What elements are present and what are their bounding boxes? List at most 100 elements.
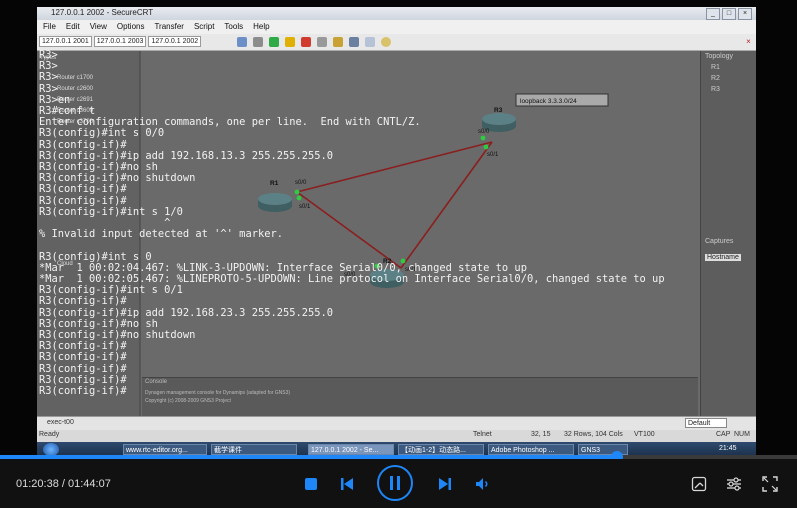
menu-options[interactable]: Options	[117, 20, 145, 34]
window-titlebar: 127.0.0.1 2002 - SecureCRT _ □ ×	[37, 7, 756, 20]
status-caps: CAP	[716, 431, 731, 438]
menu-bar: File Edit View Options Transfer Script T…	[37, 20, 756, 34]
terminal-line: R3#conf t	[39, 105, 96, 118]
time-display: 01:20:38 / 01:44:07	[16, 478, 111, 490]
player-controls: 01:20:38 / 01:44:07	[0, 459, 797, 508]
taskbar-item[interactable]: 【动画1-2】动态路...	[398, 444, 484, 455]
os-taskbar: www.rtc-editor.org... 截学课件 127.0.0.1 200…	[37, 442, 756, 455]
terminal-line: R3(config-if)#	[39, 362, 127, 375]
terminal-line: R3(config-if)#	[39, 194, 127, 207]
terminal-output[interactable]: R3> R3> R3> R3> R3>en R3#conf t Enter co…	[39, 49, 756, 397]
taskbar-clock: 21:45	[719, 445, 737, 452]
previous-button[interactable]	[338, 475, 356, 493]
status-terminal-type: VT100	[634, 431, 655, 438]
previous-icon	[341, 478, 353, 490]
terminal-line: R3>en	[39, 93, 71, 106]
command-bar: exec-t00 Default	[37, 416, 756, 431]
taskbar-item[interactable]: Adobe Photoshop ...	[488, 444, 574, 455]
menu-script[interactable]: Script	[194, 20, 214, 34]
terminal-line: % Invalid input detected at '^' marker.	[39, 228, 283, 241]
pause-icon[interactable]	[285, 37, 295, 47]
terminal-line: *Mar 1 00:02:05.467: %LINEPROTO-5-UPDOWN…	[39, 273, 665, 286]
reload-icon[interactable]	[317, 37, 327, 47]
minimize-button[interactable]: _	[706, 8, 720, 20]
exec-label[interactable]: exec-t00	[47, 419, 74, 426]
terminal-line: R3(config)#int s 0	[39, 250, 152, 263]
current-time: 01:20:38	[16, 478, 59, 490]
terminal-line: Enter configuration commands, one per li…	[39, 116, 421, 129]
session-tab[interactable]: 127.0.0.1 2001	[39, 36, 92, 47]
capture-icon[interactable]	[381, 37, 391, 47]
console-line: Copyright (c) 2008-2009 GNS3 Project	[145, 398, 231, 404]
session-mode-select[interactable]: Default	[685, 418, 727, 428]
fullscreen-icon	[762, 476, 778, 492]
video-frame[interactable]: Types Router c1700 Router c2600 Router c…	[0, 0, 797, 455]
taskbar-item[interactable]: www.rtc-editor.org...	[123, 444, 207, 455]
play-icon[interactable]	[269, 37, 279, 47]
terminal-line: R3>	[39, 49, 58, 61]
volume-button[interactable]	[474, 475, 492, 493]
start-button[interactable]	[43, 443, 59, 455]
terminal-line: R3(config-if)#	[39, 295, 127, 308]
terminal-line: R3>	[39, 82, 58, 95]
total-time: 01:44:07	[68, 478, 111, 490]
terminal-line: *Mar 1 00:02:04.467: %LINK-3-UPDOWN: Int…	[39, 261, 527, 274]
terminal-line: R3(config-if)#no shutdown	[39, 172, 196, 185]
terminal-line: R3(config-if)#ip add 192.168.23.3 255.25…	[39, 306, 334, 319]
menu-transfer[interactable]: Transfer	[154, 20, 184, 34]
menu-tools[interactable]: Tools	[224, 20, 243, 34]
terminal-line: R3(config-if)#int s 1/0	[39, 205, 183, 218]
next-icon	[439, 478, 451, 490]
terminal-line: R3(config-if)#	[39, 138, 127, 151]
terminal-line: R3(config-if)#no shutdown	[39, 329, 196, 342]
pause-icon	[390, 476, 400, 490]
properties-icon[interactable]	[253, 37, 263, 47]
time-separator: /	[58, 478, 68, 490]
status-ready: Ready	[39, 431, 60, 438]
terminal-icon[interactable]	[349, 37, 359, 47]
toolbar: 127.0.0.1 2001 127.0.0.1 2003 127.0.0.1 …	[37, 34, 756, 51]
pause-button[interactable]	[377, 465, 413, 501]
menu-file[interactable]: File	[43, 20, 56, 34]
terminal-line: R3(config-if)#	[39, 183, 127, 196]
tab-close-icon[interactable]: ×	[744, 37, 753, 46]
screenshot-icon	[691, 476, 707, 492]
menu-help[interactable]: Help	[253, 20, 269, 34]
screenshot-button[interactable]	[690, 475, 708, 493]
settings-sliders-icon	[727, 477, 741, 491]
stop-icon[interactable]	[301, 37, 311, 47]
terminal-line: R3>	[39, 60, 58, 73]
terminal-line: R3(config-if)#	[39, 373, 127, 386]
status-bar: Ready Telnet 32, 15 32 Rows, 104 Cols VT…	[37, 430, 756, 442]
status-protocol: Telnet	[473, 431, 492, 438]
fullscreen-button[interactable]	[761, 475, 779, 493]
menu-view[interactable]: View	[90, 20, 107, 34]
terminal-line: R3(config-if)#no sh	[39, 161, 158, 174]
edit-icon[interactable]	[333, 37, 343, 47]
session-tab-active[interactable]: 127.0.0.1 2002	[148, 36, 202, 47]
terminal-line: R3(config-if)#int s 0/1	[39, 284, 183, 297]
settings-button[interactable]	[725, 475, 743, 493]
next-button[interactable]	[436, 475, 454, 493]
window-title: 127.0.0.1 2002 - SecureCRT	[51, 8, 154, 17]
status-size: 32 Rows, 104 Cols	[564, 431, 623, 438]
session-tab[interactable]: 127.0.0.1 2003	[93, 36, 147, 47]
recorded-screen: Types Router c1700 Router c2600 Router c…	[37, 7, 756, 455]
volume-icon	[476, 478, 488, 490]
terminal-line: R3(config-if)#	[39, 340, 127, 353]
maximize-button[interactable]: □	[722, 8, 736, 20]
status-cursor: 32, 15	[531, 431, 551, 438]
close-button[interactable]: ×	[738, 8, 752, 20]
terminal-line: R3(config-if)#	[39, 351, 127, 364]
menu-edit[interactable]: Edit	[66, 20, 80, 34]
taskbar-item[interactable]: 127.0.0.1 2002 - Se...	[308, 444, 394, 455]
stop-icon	[305, 478, 317, 490]
terminal-line: R3(config)#int s 0/0	[39, 127, 165, 140]
terminal-line: R3(config-if)#ip add 192.168.13.3 255.25…	[39, 149, 334, 162]
terminal-line: ^	[39, 217, 171, 230]
connect-icon[interactable]	[237, 37, 247, 47]
stop-button[interactable]	[303, 476, 319, 492]
terminal-line: R3>	[39, 71, 58, 84]
screen-icon[interactable]	[365, 37, 375, 47]
taskbar-item[interactable]: 截学课件	[211, 444, 297, 455]
